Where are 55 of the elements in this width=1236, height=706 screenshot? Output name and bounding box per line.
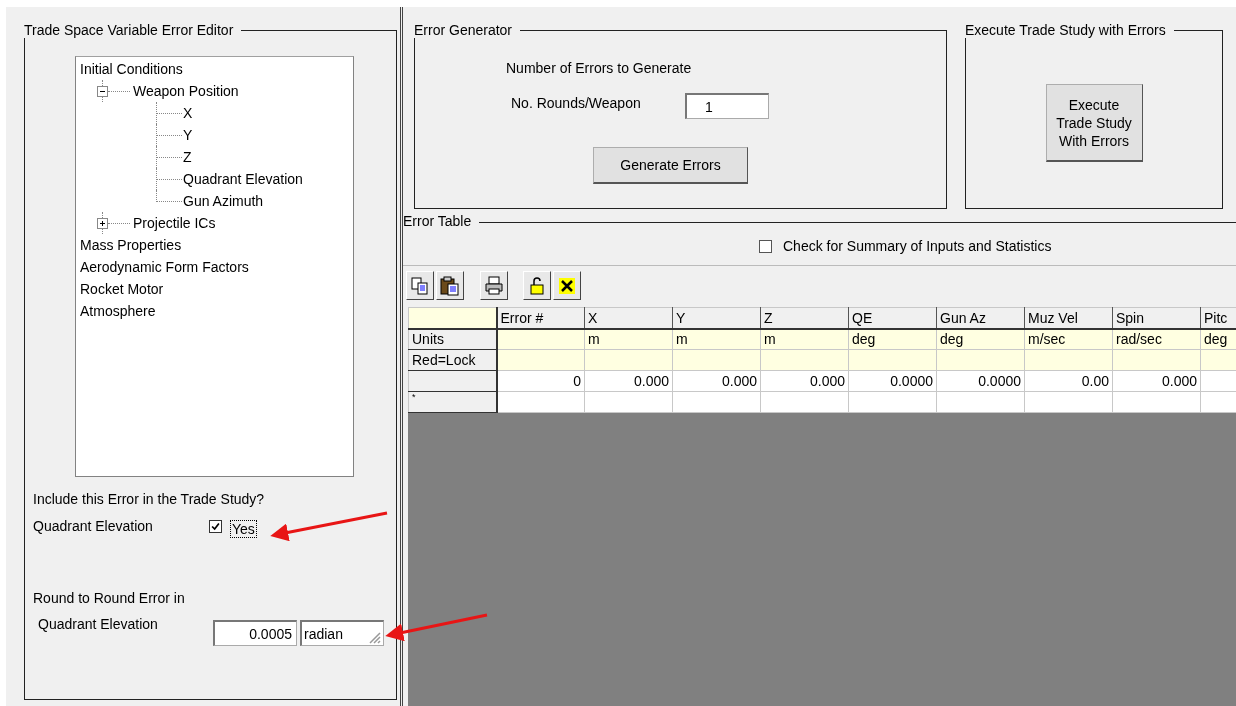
unit-field[interactable]: radian [300, 620, 384, 646]
checkbox-label[interactable]: Yes [230, 520, 257, 538]
row-header[interactable] [408, 370, 497, 392]
expand-icon[interactable] [97, 217, 108, 229]
column-header[interactable]: X [584, 307, 673, 329]
copy-icon [409, 274, 431, 297]
resize-grip-icon[interactable] [369, 631, 381, 644]
group-title: Error Generator [414, 22, 514, 38]
variable-label: Quadrant Elevation [38, 616, 159, 632]
column-header[interactable]: Gun Az [936, 307, 1025, 329]
paste-icon [439, 274, 461, 297]
tree-item[interactable]: X [182, 105, 194, 121]
delete-button[interactable] [553, 271, 581, 300]
generator-heading: Number of Errors to Generate [506, 60, 693, 76]
tree-item[interactable]: Y [182, 127, 194, 143]
generate-errors-button[interactable]: Generate Errors [593, 147, 748, 184]
column-header[interactable]: Muz Vel [1024, 307, 1113, 329]
include-prompt: Include this Error in the Trade Study? [33, 491, 266, 507]
printer-icon [483, 274, 505, 297]
rounds-field[interactable]: 1 [685, 93, 769, 119]
unlock-button[interactable] [523, 271, 551, 300]
tree-item[interactable]: Weapon Position [132, 83, 240, 99]
tree-item[interactable]: Z [182, 149, 193, 165]
section-title: Error Table [403, 213, 473, 229]
column-header[interactable]: QE [848, 307, 937, 329]
checkbox[interactable] [759, 239, 772, 253]
group-title: Trade Space Variable Error Editor [24, 22, 235, 38]
tree-item[interactable]: Projectile ICs [132, 215, 217, 231]
row-header[interactable]: * [408, 391, 497, 413]
tree-item[interactable]: Atmosphere [79, 303, 157, 319]
column-header[interactable]: Error # [496, 307, 585, 329]
paste-button[interactable] [436, 271, 464, 300]
tree-item[interactable]: Quadrant Elevation [182, 171, 304, 187]
tree-item[interactable]: Rocket Motor [79, 281, 165, 297]
column-header[interactable]: Pitc [1200, 307, 1236, 329]
variable-label: Quadrant Elevation [33, 518, 154, 534]
column-header[interactable]: Z [760, 307, 849, 329]
tree-item[interactable]: Gun Azimuth [182, 193, 265, 209]
tree-item[interactable]: Initial Conditions [79, 61, 184, 77]
checkbox[interactable] [209, 519, 222, 533]
group-title: Execute Trade Study with Errors [965, 22, 1167, 38]
column-header[interactable]: Spin [1112, 307, 1201, 329]
row-header[interactable]: Units [408, 328, 497, 350]
row-header[interactable]: Red=Lock [408, 349, 497, 371]
tree-item[interactable]: Aerodynamic Form Factors [79, 259, 250, 275]
print-button[interactable] [480, 271, 508, 300]
error-value-field[interactable]: 0.0005 [213, 620, 297, 646]
checkbox-label[interactable]: Check for Summary of Inputs and Statistics [783, 238, 1052, 254]
tree-item[interactable]: Mass Properties [79, 237, 183, 253]
rounds-label: No. Rounds/Weapon [511, 94, 642, 111]
column-header[interactable]: Y [672, 307, 761, 329]
execute-button[interactable]: Execute Trade Study With Errors [1045, 84, 1143, 162]
collapse-icon[interactable] [97, 85, 108, 97]
copy-button[interactable] [406, 271, 434, 300]
error-heading: Round to Round Error in [33, 590, 186, 606]
